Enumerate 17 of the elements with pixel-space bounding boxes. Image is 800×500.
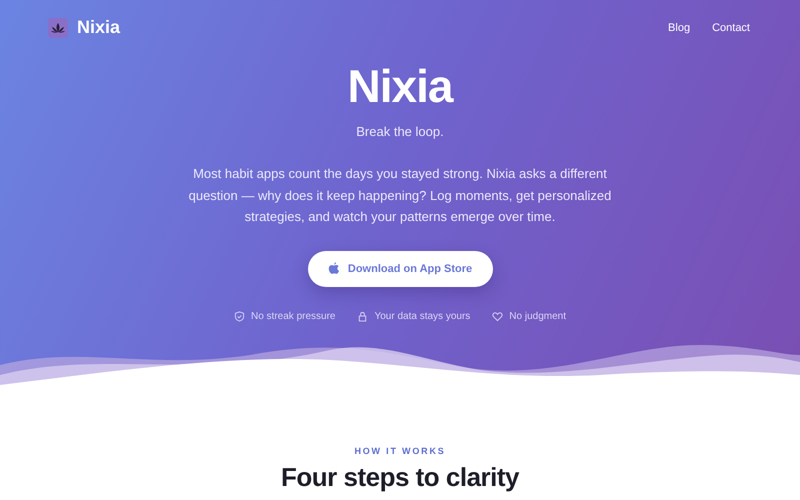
feature-label: No streak pressure (251, 310, 336, 322)
lotus-logo-icon (48, 18, 68, 38)
brand-name[interactable]: Nixia (77, 17, 120, 38)
nav-link[interactable]: Contact (712, 22, 750, 34)
section-eyebrow: HOW IT WORKS (354, 446, 446, 456)
tagline: Break the loop. (356, 124, 444, 139)
heart-icon (492, 310, 504, 322)
hero-title: Nixia (348, 59, 452, 114)
app-store-button[interactable]: Download on App Store (308, 250, 492, 286)
apple-icon (328, 262, 340, 275)
section-heading: Four steps to clarity (281, 462, 519, 492)
lock-icon (357, 310, 368, 322)
hero-description: Most habit apps count the days you stayed strong. Nixia asks a different question — why does it keep happening? Log moments, get personalized strategies, and watch your patterns emerge over time. (188, 165, 612, 226)
shield-check-icon (234, 310, 245, 322)
nav-link[interactable]: Blog (668, 22, 690, 34)
feature-label: Your data stays yours (374, 310, 470, 322)
feature-label: No judgment (509, 310, 566, 322)
